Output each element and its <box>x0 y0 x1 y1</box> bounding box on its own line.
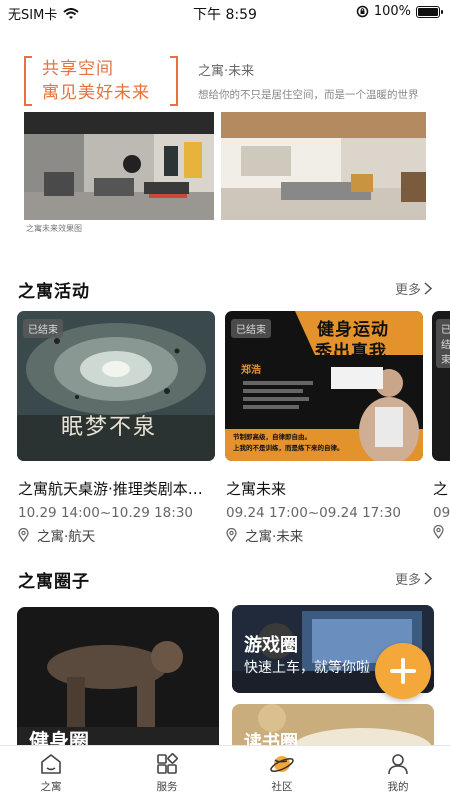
home-icon <box>41 754 61 774</box>
tab-label: 服务 <box>156 781 178 793</box>
activity-time: 09 <box>433 505 450 521</box>
activity-title[interactable]: 之寓未来 <box>226 478 422 499</box>
battery-icon <box>416 5 443 18</box>
activities-more-link[interactable]: 更多 <box>395 279 432 298</box>
activity-time: 09.24 17:00~09.24 17:30 <box>226 505 401 521</box>
tab-services[interactable]: 服务 <box>132 752 202 794</box>
slogan-line1: 共享空间 <box>42 59 114 79</box>
activity-location <box>433 525 444 539</box>
activity-location: 之寓·航天 <box>18 525 95 545</box>
activity-status-badge: 已结束 <box>23 319 63 338</box>
activity-card-poster[interactable]: 已结束 <box>432 311 450 461</box>
circles-header: 之寓圈子 更多 <box>18 567 432 592</box>
slogan-line2: 寓见美好未来 <box>42 83 150 103</box>
circles-title: 之寓圈子 <box>18 572 90 592</box>
circles-more-link[interactable]: 更多 <box>395 569 432 588</box>
banner-place: 之寓·未来 <box>198 64 255 79</box>
chevron-right-icon <box>424 572 432 585</box>
poster-headline-2: 秀出真我 <box>315 342 387 362</box>
banner-header: 共享空间 寓见美好未来 之寓·未来 想给你的不只是居住空间，而是一个温暖的世界 <box>24 56 428 106</box>
activity-time: 10.29 14:00~10.29 18:30 <box>18 505 193 521</box>
activity-location: 之寓·未来 <box>226 525 303 545</box>
poster-name: 郑浩 <box>241 365 261 376</box>
activity-location-label: 之寓·未来 <box>245 529 304 545</box>
tab-label: 之寓 <box>40 781 62 793</box>
activity-title[interactable]: 之 <box>433 478 450 499</box>
tab-home[interactable]: 之寓 <box>16 752 86 794</box>
activity-status-badge: 已结束 <box>231 319 271 338</box>
orientation-lock-icon <box>356 5 369 18</box>
circles-more-label: 更多 <box>394 573 421 588</box>
battery-percent: 100% <box>373 4 411 19</box>
services-icon <box>157 753 178 774</box>
banner-photo-gym[interactable] <box>24 112 214 220</box>
banner-subtitle: 之寓·未来 想给你的不只是居住空间，而是一个温暖的世界 <box>198 60 419 102</box>
location-pin-icon <box>226 528 237 542</box>
add-post-button[interactable] <box>375 643 431 699</box>
tab-community[interactable]: 社区 <box>247 752 317 794</box>
banner-photo-lounge[interactable] <box>221 112 426 220</box>
slogan: 共享空间 寓见美好未来 <box>42 57 150 105</box>
circle-card-fitness[interactable]: 健身圈 <box>17 607 219 757</box>
tab-profile[interactable]: 我的 <box>363 752 433 794</box>
activities-more-label: 更多 <box>394 283 421 298</box>
circle-description: 快速上车，就等你啦 <box>244 660 370 676</box>
activity-card-poster[interactable]: 已结束 健身运动 秀出真我 郑浩 节制即高级，自律即自由。 上我的不是训练，而是… <box>225 311 423 461</box>
activity-card-poster[interactable]: 已结束 眠梦不泉 <box>17 311 215 461</box>
activities-title: 之寓活动 <box>18 282 90 302</box>
left-bracket <box>24 56 32 106</box>
tab-label: 社区 <box>271 781 293 793</box>
location-pin-icon <box>18 528 29 542</box>
right-bracket <box>170 56 178 106</box>
battery-level <box>418 7 438 16</box>
activity-title[interactable]: 之寓航天桌游·推理类剧本… <box>18 478 214 499</box>
banner-caption: 之寓未来效果图 <box>26 224 82 233</box>
circle-name: 游戏圈 <box>244 635 298 656</box>
activity-status-badge: 已结束 <box>436 319 450 368</box>
poster-slogan-2: 上我的不是训练，而是练下来的自律。 <box>233 444 344 452</box>
tab-label: 我的 <box>387 781 409 793</box>
bottom-tab-bar: 之寓 服务 社区 我的 <box>0 745 450 800</box>
location-pin-icon <box>433 525 444 539</box>
banner-tagline: 想给你的不只是居住空间，而是一个温暖的世界 <box>198 89 419 101</box>
planet-icon <box>270 756 294 772</box>
status-bar: 无SIM卡 下午 8:59 100% <box>0 0 450 24</box>
poster-title: 眠梦不泉 <box>61 415 158 440</box>
slogan-frame: 共享空间 寓见美好未来 <box>24 56 178 106</box>
profile-icon <box>388 754 408 775</box>
chevron-right-icon <box>424 282 432 295</box>
activity-location-label: 之寓·航天 <box>37 529 96 545</box>
app-screen: 无SIM卡 下午 8:59 100% 共享空间 寓见美好未来 之寓·未来 想给你… <box>0 0 450 800</box>
poster-slogan-1: 节制即高级，自律即自由。 <box>233 433 311 441</box>
activities-header: 之寓活动 更多 <box>18 277 432 302</box>
